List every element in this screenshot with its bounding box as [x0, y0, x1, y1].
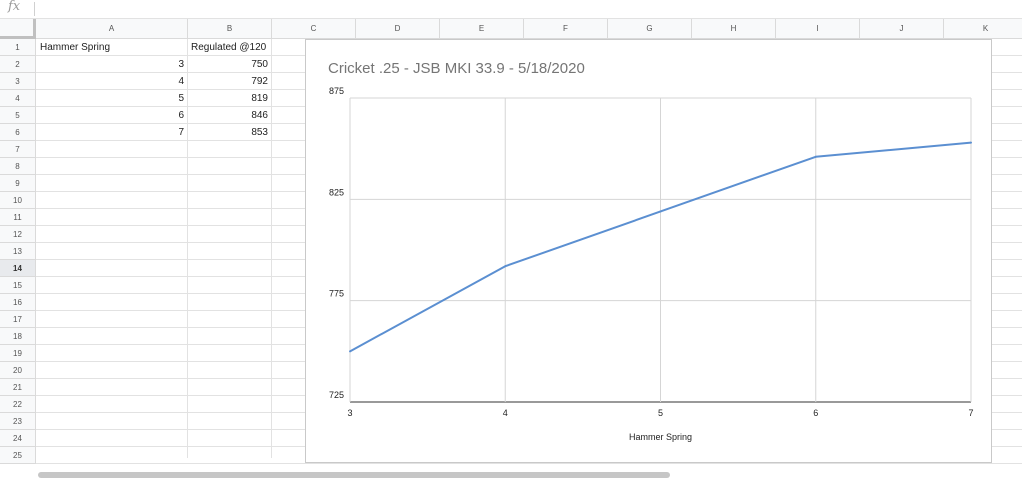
column-header-h[interactable]: H [692, 19, 776, 39]
x-tick-label: 5 [658, 408, 663, 418]
column-header-j[interactable]: J [860, 19, 944, 39]
row-header-25[interactable]: 25 [0, 447, 36, 464]
x-axis-title: Hammer Spring [629, 432, 692, 442]
cell-b2[interactable]: 750 [188, 56, 268, 73]
formula-bar[interactable]: fx [0, 0, 1022, 19]
horizontal-scrollbar-thumb[interactable] [38, 472, 670, 478]
cell-a5[interactable]: 6 [36, 107, 184, 124]
row-header-9[interactable]: 9 [0, 175, 36, 192]
row-header-12[interactable]: 12 [0, 226, 36, 243]
cell-b3[interactable]: 792 [188, 73, 268, 90]
data-point [504, 265, 507, 268]
column-header-i[interactable]: I [776, 19, 860, 39]
select-all-corner[interactable] [0, 19, 36, 39]
y-tick-label: 725 [329, 390, 344, 400]
x-tick-label: 7 [968, 408, 973, 418]
cell-a3[interactable]: 4 [36, 73, 184, 90]
cell-b4[interactable]: 819 [188, 90, 268, 107]
row-header-21[interactable]: 21 [0, 379, 36, 396]
row-header-20[interactable]: 20 [0, 362, 36, 379]
x-tick-label: 6 [813, 408, 818, 418]
data-point [814, 155, 817, 158]
y-tick-label: 825 [329, 187, 344, 197]
cell-b6[interactable]: 853 [188, 124, 268, 141]
data-point [659, 210, 662, 213]
row-header-2[interactable]: 2 [0, 56, 36, 73]
column-header-c[interactable]: C [272, 19, 356, 39]
cell-a4[interactable]: 5 [36, 90, 184, 107]
cell-b5[interactable]: 846 [188, 107, 268, 124]
column-headers: A B C D E F G H I J K [0, 19, 1022, 39]
cell-a6[interactable]: 7 [36, 124, 184, 141]
column-header-f[interactable]: F [524, 19, 608, 39]
row-header-5[interactable]: 5 [0, 107, 36, 124]
column-header-d[interactable]: D [356, 19, 440, 39]
formula-bar-divider [34, 2, 35, 16]
column-header-e[interactable]: E [440, 19, 524, 39]
row-header-1[interactable]: 1 [0, 39, 36, 56]
column-header-a[interactable]: A [36, 19, 188, 39]
function-icon: fx [8, 0, 21, 14]
row-header-19[interactable]: 19 [0, 345, 36, 362]
row-header-14[interactable]: 14 [0, 260, 36, 277]
row-header-18[interactable]: 18 [0, 328, 36, 345]
x-tick-label: 4 [503, 408, 508, 418]
row-header-8[interactable]: 8 [0, 158, 36, 175]
cell-b1[interactable]: Regulated @120 [191, 39, 266, 56]
chart-plot: 725 775 825 875 3 4 5 6 7 Hammer Spring [329, 86, 974, 442]
row-header-24[interactable]: 24 [0, 430, 36, 447]
row-header-16[interactable]: 16 [0, 294, 36, 311]
row-header-17[interactable]: 17 [0, 311, 36, 328]
x-tick-label: 3 [347, 408, 352, 418]
row-header-7[interactable]: 7 [0, 141, 36, 158]
cell-a1[interactable]: Hammer Spring [40, 39, 110, 56]
data-point [349, 350, 351, 353]
row-header-11[interactable]: 11 [0, 209, 36, 226]
y-tick-label: 775 [329, 289, 344, 299]
data-point [970, 141, 972, 144]
y-tick-label: 875 [329, 86, 344, 96]
line-chart[interactable]: Cricket .25 - JSB MKI 33.9 - 5/18/2020 7… [305, 39, 992, 463]
row-header-13[interactable]: 13 [0, 243, 36, 260]
row-header-6[interactable]: 6 [0, 124, 36, 141]
row-header-4[interactable]: 4 [0, 90, 36, 107]
row-header-15[interactable]: 15 [0, 277, 36, 294]
row-header-22[interactable]: 22 [0, 396, 36, 413]
column-header-g[interactable]: G [608, 19, 692, 39]
row-header-10[interactable]: 10 [0, 192, 36, 209]
cell-a2[interactable]: 3 [36, 56, 184, 73]
column-header-b[interactable]: B [188, 19, 272, 39]
column-header-k[interactable]: K [944, 19, 1022, 39]
row-header-3[interactable]: 3 [0, 73, 36, 90]
row-header-23[interactable]: 23 [0, 413, 36, 430]
